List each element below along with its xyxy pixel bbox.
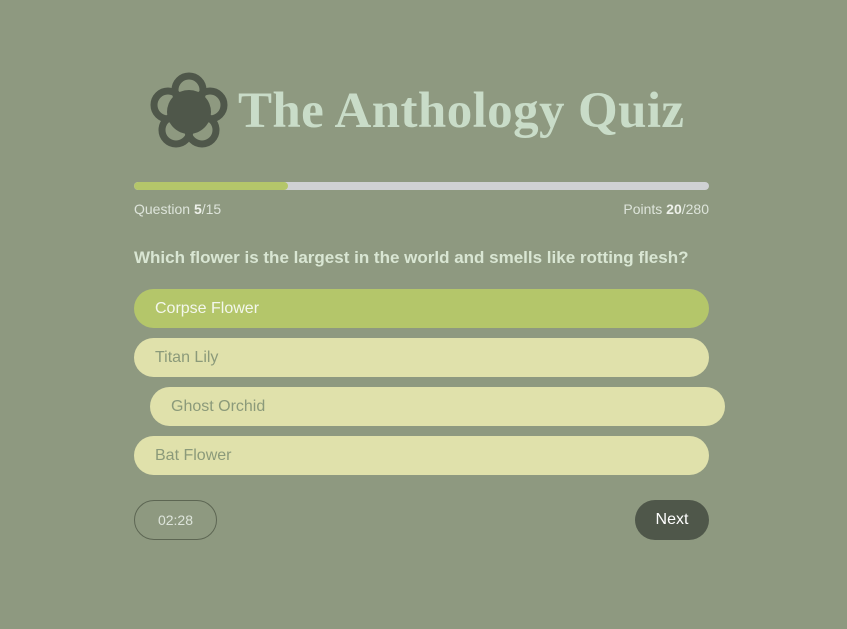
answer-option-corpse-flower[interactable]: Corpse Flower <box>134 289 709 328</box>
total-questions: /15 <box>201 201 222 217</box>
current-points: 20 <box>666 201 682 217</box>
total-points: /280 <box>681 201 709 217</box>
progress-fill <box>134 182 288 190</box>
answer-option-ghost-orchid[interactable]: Ghost Orchid <box>150 387 725 426</box>
quiz-title: The Anthology Quiz <box>238 83 685 139</box>
question-counter: Question 5/15 <box>134 201 222 217</box>
countdown-timer: 02:28 <box>134 500 217 540</box>
answer-option-titan-lily[interactable]: Titan Lily <box>134 338 709 377</box>
current-question-number: 5 <box>193 201 202 217</box>
progress-bar <box>134 182 709 190</box>
quiz-stats: Question 5/15 Points 20/280 <box>134 201 709 219</box>
next-button[interactable]: Next <box>635 500 709 540</box>
question-text: Which flower is the largest in the world… <box>134 248 689 267</box>
points-counter: Points 20/280 <box>623 201 709 217</box>
flower-icon <box>150 72 228 148</box>
answer-option-bat-flower[interactable]: Bat Flower <box>134 436 709 475</box>
quiz-header: The Anthology Quiz <box>149 70 709 152</box>
